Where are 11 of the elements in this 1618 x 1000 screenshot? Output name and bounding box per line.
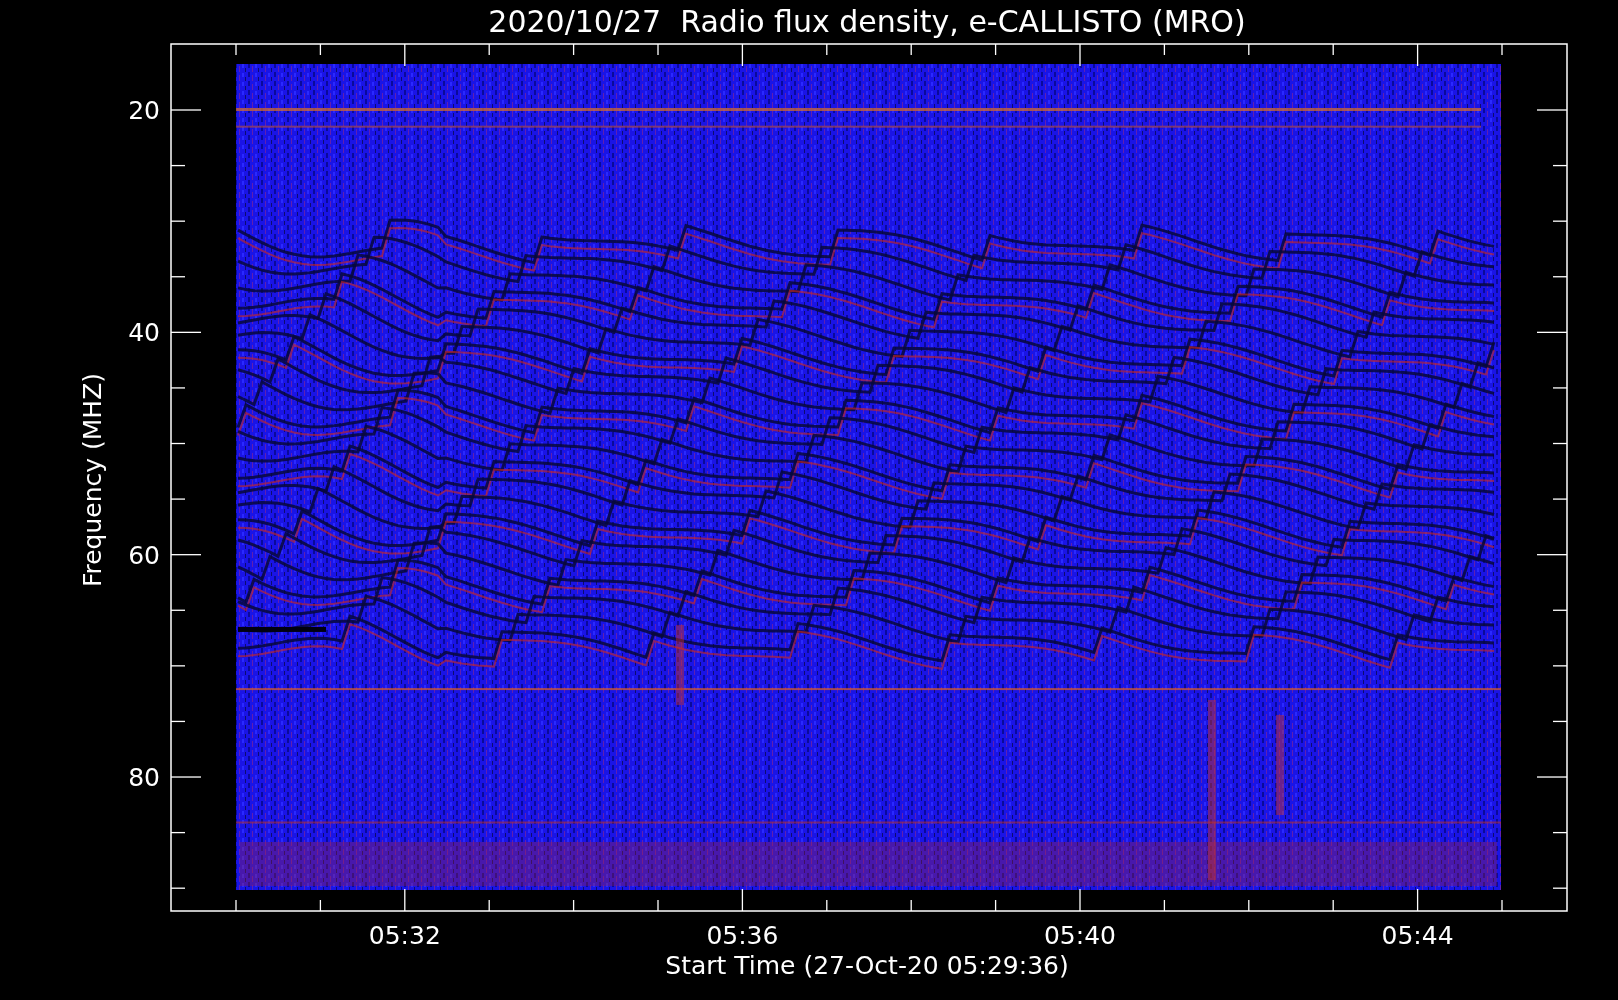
x-tick-label: 05:40 (1044, 921, 1116, 950)
y-axis-label: Frequency (MHZ) (78, 372, 107, 588)
y-tick-label: 40 (128, 318, 160, 348)
y-tick-label: 80 (128, 763, 160, 792)
x-tick-label: 05:36 (706, 921, 779, 950)
x-axis-label: Start Time (27-Oct-20 05:29:36) (665, 951, 1069, 980)
chart-title: 2020/10/27 Radio flux density, e-CALLISTO (MRO) (488, 4, 1246, 39)
x-tick-label: 05:32 (368, 921, 441, 950)
y-tick-label: 20 (128, 96, 160, 125)
y-tick-label: 60 (128, 540, 160, 570)
x-tick-label: 05:44 (1381, 921, 1454, 950)
